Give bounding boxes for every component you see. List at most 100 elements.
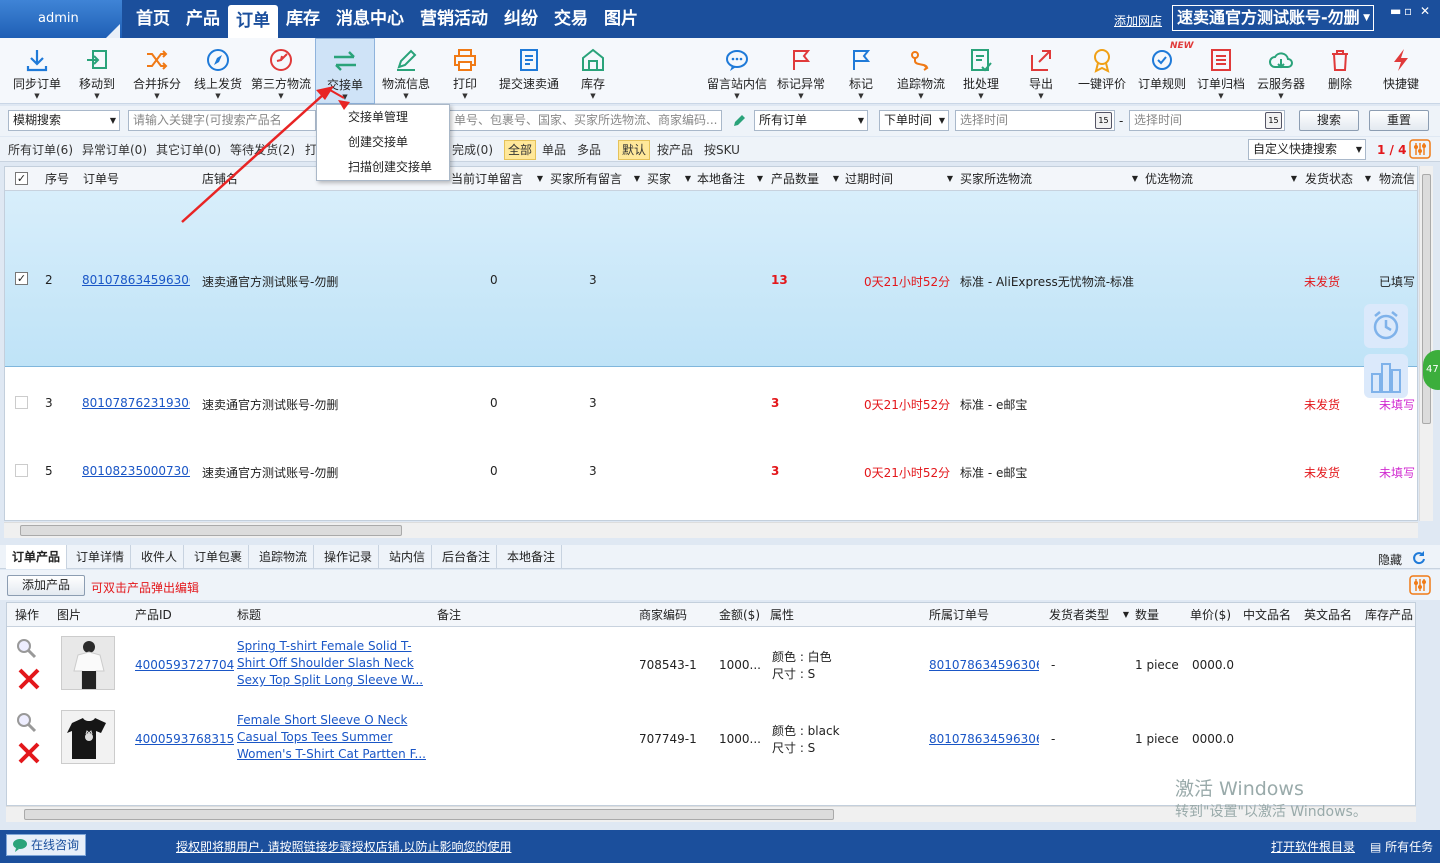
orders-horizontal-scrollbar[interactable] xyxy=(4,522,1418,538)
order-number-link[interactable]: 801078634596306 xyxy=(929,732,1039,746)
mark-abnormal-button[interactable]: 标记异常 ▼ xyxy=(774,38,828,104)
magnify-icon[interactable] xyxy=(15,711,39,733)
product-title[interactable]: Spring T-shirt Female Solid T- Shirt Off… xyxy=(237,638,423,689)
reset-button[interactable]: 重置 xyxy=(1369,110,1429,131)
tab-site-messages[interactable]: 站内信 xyxy=(383,545,433,569)
table-row[interactable]: 5 801082350007306 速卖通官方测试账号-勿删 0 3 3 0天2… xyxy=(5,435,1417,503)
all-tasks-button[interactable]: ▤ 所有任务 xyxy=(1370,838,1433,855)
product-thumbnail[interactable] xyxy=(61,636,115,690)
col-attributes[interactable]: 属性 xyxy=(770,603,794,627)
order-number-link[interactable]: 801082350007306 xyxy=(82,464,190,478)
col-buyer[interactable]: 买家 ▼ xyxy=(647,167,693,191)
tab-order-details[interactable]: 订单详情 xyxy=(70,545,132,569)
scroll-thumb[interactable] xyxy=(20,525,402,536)
nav-images[interactable]: 图片 xyxy=(596,0,646,38)
col-en-name[interactable]: 英文品名 xyxy=(1304,603,1352,627)
delete-x-icon[interactable] xyxy=(17,741,41,765)
col-ship-status[interactable]: 发货状态 ▼ xyxy=(1305,167,1373,191)
order-time-select[interactable]: 下单时间 ▼ xyxy=(879,110,949,131)
col-buyer-logistics[interactable]: 买家所选物流 ▼ xyxy=(960,167,1140,191)
print-button[interactable]: 打印 ▼ xyxy=(444,38,486,104)
minimize-icon[interactable]: ▬ xyxy=(1390,4,1401,18)
add-shop-link[interactable]: 添加网店 xyxy=(1114,12,1162,29)
order-number-link[interactable]: 801078762319306 xyxy=(82,396,190,410)
product-thumbnail[interactable] xyxy=(61,710,115,764)
filter-all-type[interactable]: 全部 xyxy=(504,140,537,160)
nav-orders[interactable]: 订单 xyxy=(228,5,278,38)
sync-orders-button[interactable]: 同步订单 ▼ xyxy=(8,38,66,104)
tab-order-products[interactable]: 订单产品 xyxy=(6,545,68,569)
col-seq[interactable]: 序号 xyxy=(45,167,79,191)
title-line[interactable]: Women's T-Shirt Cat Partten F... xyxy=(237,746,426,763)
hide-panel-button[interactable]: 隐藏 xyxy=(1378,551,1402,568)
nav-disputes[interactable]: 纠纷 xyxy=(496,0,546,38)
authorization-notice-link[interactable]: 授权即将期用户, 请按照链接步骤授权店铺,以防止影响您的使用 xyxy=(176,838,511,855)
delete-button[interactable]: 删除 xyxy=(1320,38,1360,104)
delete-x-icon[interactable] xyxy=(17,667,41,691)
order-rules-button[interactable]: 订单规则 NEW xyxy=(1134,38,1194,104)
col-amount[interactable]: 金额($) xyxy=(719,603,760,627)
edit-icon[interactable] xyxy=(732,114,746,128)
restore-icon[interactable]: ▫ xyxy=(1404,4,1412,18)
close-icon[interactable]: ✕ xyxy=(1420,4,1430,18)
open-root-dir-link[interactable]: 打开软件根目录 xyxy=(1271,838,1355,855)
sort-by-sku[interactable]: 按SKU xyxy=(704,140,740,160)
tab-operation-log[interactable]: 操作记录 xyxy=(318,545,380,569)
scroll-thumb[interactable] xyxy=(24,809,834,820)
calendar-icon[interactable]: 15 xyxy=(1265,112,1282,129)
calendar-icon[interactable]: 15 xyxy=(1095,112,1112,129)
col-expire[interactable]: 过期时间 ▼ xyxy=(845,167,955,191)
col-qty[interactable]: 数量 xyxy=(1135,603,1159,627)
title-line[interactable]: Spring T-shirt Female Solid T- xyxy=(237,638,423,655)
submit-smt-button[interactable]: 提交速卖通 xyxy=(495,38,563,104)
magnify-icon[interactable] xyxy=(15,637,39,659)
batch-process-button[interactable]: 批处理 ▼ xyxy=(958,38,1004,104)
search-button[interactable]: 搜索 xyxy=(1299,110,1359,131)
select-all-checkbox[interactable]: ✓ xyxy=(15,172,28,185)
col-product-id[interactable]: 产品ID xyxy=(135,603,172,627)
row-checkbox[interactable]: ✓ xyxy=(15,272,28,285)
col-all-msg[interactable]: 买家所有留言 ▼ xyxy=(550,167,642,191)
nav-transactions[interactable]: 交易 xyxy=(546,0,596,38)
tab-abnormal[interactable]: 异常订单(0) xyxy=(82,140,147,160)
tab-packages[interactable]: 订单包裹 xyxy=(188,545,250,569)
nav-inventory[interactable]: 库存 xyxy=(278,0,328,38)
nav-home[interactable]: 首页 xyxy=(128,0,178,38)
track-logistics-button[interactable]: 追踪物流 ▼ xyxy=(894,38,948,104)
online-count-badge[interactable]: 47 xyxy=(1423,350,1440,390)
custom-search-select[interactable]: 自定义快捷搜索 ▼ xyxy=(1248,139,1366,160)
export-button[interactable]: 导出 ▼ xyxy=(1022,38,1060,104)
product-id-link[interactable]: 4000593727704 xyxy=(135,658,234,672)
orders-vertical-scrollbar[interactable] xyxy=(1419,166,1433,521)
col-qty[interactable]: 产品数量 ▼ xyxy=(771,167,841,191)
order-number-link[interactable]: 801078634596306 xyxy=(929,658,1039,672)
col-sender-type[interactable]: 发货者类型 ▼ xyxy=(1049,603,1131,627)
col-title[interactable]: 标题 xyxy=(237,603,261,627)
tab-backend-notes[interactable]: 后台备注 xyxy=(436,545,498,569)
order-archive-button[interactable]: 订单归档 ▼ xyxy=(1194,38,1248,104)
filter-multi[interactable]: 多品 xyxy=(577,140,601,160)
col-note[interactable]: 备注 xyxy=(437,603,461,627)
title-line[interactable]: Female Short Sleeve O Neck xyxy=(237,712,426,729)
nav-marketing[interactable]: 营销活动 xyxy=(412,0,496,38)
leave-message-button[interactable]: 留言站内信 ▼ xyxy=(704,38,770,104)
order-number-link[interactable]: 801078634596306 xyxy=(82,273,190,287)
start-time-picker[interactable]: 选择时间 15 xyxy=(955,110,1115,131)
add-product-button[interactable]: 添加产品 xyxy=(7,575,85,596)
product-title[interactable]: Female Short Sleeve O Neck Casual Tops T… xyxy=(237,712,426,763)
online-consult-button[interactable]: 在线咨询 xyxy=(6,834,86,856)
tab-local-notes[interactable]: 本地备注 xyxy=(501,545,563,569)
admin-user[interactable]: admin xyxy=(0,0,122,38)
one-click-review-button[interactable]: 一键评价 xyxy=(1074,38,1130,104)
table-row[interactable]: 3 801078762319306 速卖通官方测试账号-勿删 0 3 3 0天2… xyxy=(5,367,1417,435)
tab-recipient[interactable]: 收件人 xyxy=(135,545,185,569)
col-merchant-code[interactable]: 商家编码 xyxy=(639,603,687,627)
stats-button[interactable] xyxy=(1364,354,1408,398)
all-orders-select[interactable]: 所有订单 ▼ xyxy=(754,110,868,131)
mark-button[interactable]: 标记 ▼ xyxy=(842,38,880,104)
tab-tracking[interactable]: 追踪物流 xyxy=(253,545,315,569)
col-local-note[interactable]: 本地备注 ▼ xyxy=(697,167,765,191)
shortcut-button[interactable]: 快捷键 xyxy=(1378,38,1424,104)
product-id-link[interactable]: 4000593768315 xyxy=(135,732,234,746)
tab-completed[interactable]: 完成(0) xyxy=(452,140,493,160)
